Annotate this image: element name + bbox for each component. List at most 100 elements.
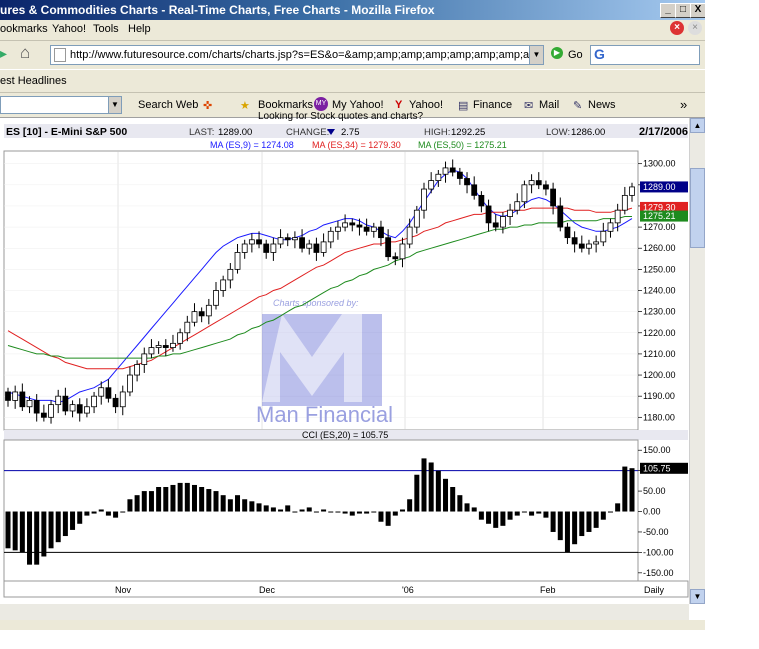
- forward-icon[interactable]: ▸: [0, 45, 7, 62]
- cci-bar: [148, 491, 154, 512]
- cci-bar: [521, 511, 527, 513]
- bookmark-latest-headlines[interactable]: est Headlines: [0, 75, 67, 87]
- price-tick-label: 1180.00: [643, 412, 675, 422]
- watermark-sponsored: Charts sponsored by:: [273, 298, 359, 308]
- cci-bar: [27, 511, 33, 565]
- candle-body: [435, 173, 442, 181]
- candle-body: [119, 391, 126, 408]
- url-dropdown-button[interactable]: ▼: [529, 45, 544, 65]
- close-button[interactable]: X: [690, 3, 706, 18]
- cci-bar: [235, 495, 241, 512]
- candle-body: [464, 178, 470, 186]
- cci-bar: [306, 507, 312, 512]
- candle-body: [399, 243, 406, 260]
- maximize-button[interactable]: □: [675, 3, 691, 18]
- low-label: LOW:: [546, 127, 570, 138]
- cci-bar: [206, 489, 212, 512]
- cci-bar: [557, 511, 563, 541]
- price-tick-label: 1210.00: [643, 349, 676, 359]
- news-button[interactable]: News: [588, 99, 616, 111]
- candle-body: [98, 387, 105, 397]
- candle-body: [26, 400, 33, 408]
- candle-body: [19, 391, 26, 408]
- candle-body: [370, 226, 377, 232]
- cci-bar: [572, 511, 578, 545]
- candle-body: [270, 243, 277, 253]
- cci-bar: [536, 511, 542, 514]
- watermark-man-financial: Man Financial: [256, 402, 393, 427]
- candle-body: [12, 391, 19, 401]
- candle-body: [62, 395, 69, 412]
- scroll-thumb[interactable]: [690, 168, 705, 248]
- search-web-button[interactable]: Search Web: [138, 99, 198, 111]
- scroll-down-arrow[interactable]: ▼: [690, 589, 705, 604]
- candle-body: [392, 256, 399, 260]
- candle-body: [335, 226, 341, 232]
- candle-body: [478, 194, 485, 207]
- last-label: LAST:: [189, 127, 214, 138]
- x-label-jan06: '06: [402, 585, 414, 595]
- candle-body: [76, 404, 83, 414]
- candle-body: [105, 387, 112, 399]
- candle-body: [507, 209, 513, 217]
- candle-body: [40, 412, 47, 418]
- candle-body: [564, 226, 571, 239]
- highlighter-icon[interactable]: ✜: [203, 99, 212, 112]
- x-label-nov: Nov: [115, 585, 132, 595]
- menu-yahoo[interactable]: Yahoo!: [52, 23, 86, 35]
- price-tick-label: 1300.00: [643, 159, 676, 169]
- candle-body: [213, 290, 219, 306]
- candle-body: [306, 243, 313, 249]
- candle-body: [363, 226, 370, 232]
- svg-text:1289.00: 1289.00: [643, 182, 676, 192]
- cci-bar: [249, 501, 255, 512]
- menu-help[interactable]: Help: [128, 23, 151, 35]
- mail-button[interactable]: Mail: [539, 99, 559, 111]
- cci-tick-label: 150.00: [643, 445, 671, 455]
- cci-bar: [263, 505, 269, 512]
- candle-body: [521, 184, 528, 203]
- scroll-up-arrow[interactable]: ▲: [690, 118, 705, 133]
- horizontal-scrollbar[interactable]: [0, 604, 689, 620]
- toolbar-overflow-chevron[interactable]: »: [680, 97, 687, 112]
- cci-bar: [364, 511, 370, 514]
- candle-body: [227, 268, 234, 281]
- yahoo-button[interactable]: Yahoo!: [409, 99, 443, 111]
- svg-text:1275.21: 1275.21: [643, 211, 676, 221]
- stock-quotes-link[interactable]: Looking for Stock quotes and charts?: [258, 112, 424, 122]
- candle-body: [83, 406, 90, 414]
- cci-bar: [450, 487, 456, 512]
- candle-body: [48, 404, 54, 418]
- cci-tick-label: 50.00: [643, 486, 666, 496]
- home-icon[interactable]: ⌂: [20, 43, 30, 63]
- menu-tools[interactable]: Tools: [93, 23, 119, 35]
- stop-disabled-icon: ×: [688, 21, 702, 35]
- candle-body: [256, 239, 262, 245]
- candle-body: [291, 237, 298, 241]
- go-arrow-icon[interactable]: ▶: [551, 47, 563, 59]
- my-yahoo-button[interactable]: My Yahoo!: [332, 99, 384, 111]
- stop-icon[interactable]: ×: [670, 21, 684, 35]
- candle-body: [413, 209, 420, 228]
- navigation-toolbar: ▸ ⌂ http://www.futuresource.com/charts/c…: [0, 41, 705, 69]
- cci-bar: [199, 487, 205, 512]
- candle-body: [342, 222, 349, 228]
- candle-body: [313, 243, 320, 253]
- search-field[interactable]: G: [590, 45, 700, 65]
- url-field[interactable]: http://www.futuresource.com/charts/chart…: [50, 45, 530, 65]
- go-button[interactable]: Go: [568, 49, 583, 61]
- vertical-scrollbar[interactable]: ▲ ▼: [689, 118, 706, 604]
- candle-body: [177, 332, 184, 344]
- cci-bar: [399, 509, 405, 512]
- finance-button[interactable]: Finance: [473, 99, 512, 111]
- yahoo-bookmarks-button[interactable]: Bookmarks: [258, 99, 313, 111]
- cci-bar: [586, 511, 592, 532]
- menu-bookmarks[interactable]: ookmarks: [0, 23, 48, 35]
- price-axis: 1300.001290.001280.001270.001260.001250.…: [638, 159, 676, 422]
- cci-bar: [514, 511, 520, 516]
- x-axis-bar: [3, 580, 689, 598]
- minimize-button[interactable]: _: [660, 3, 676, 18]
- candle-body: [205, 304, 212, 317]
- candle-body: [263, 243, 270, 253]
- candle-body: [162, 345, 169, 348]
